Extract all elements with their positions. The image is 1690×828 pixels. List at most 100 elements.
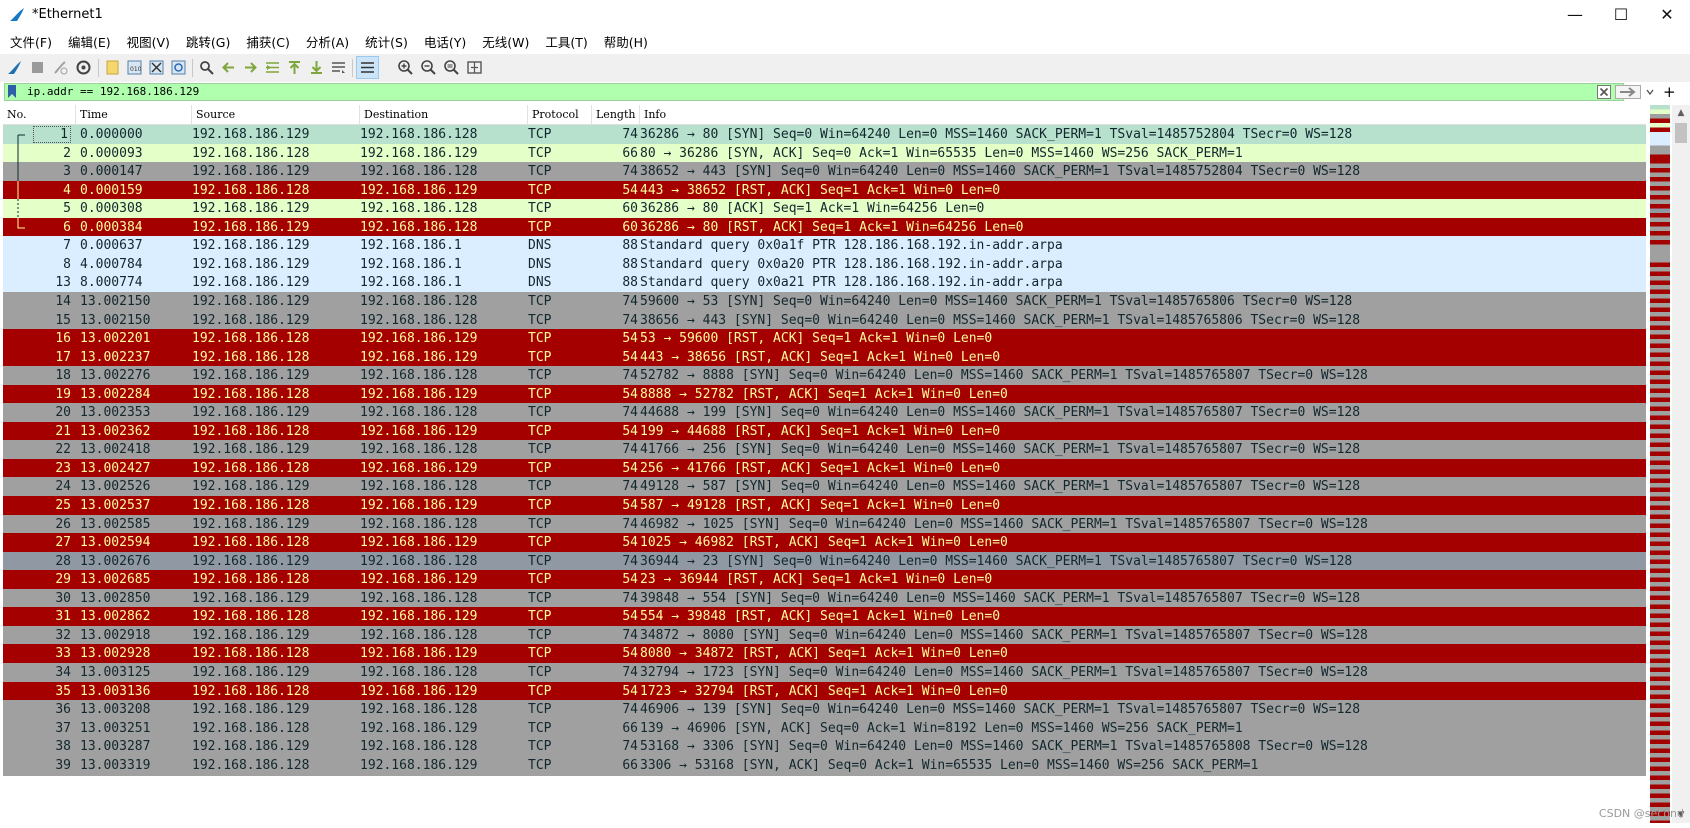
- packet-protocol: TCP: [528, 403, 588, 423]
- packet-row[interactable]: 8 4.000784 192.168.186.129 192.168.186.1 DNS…: [3, 254, 1646, 275]
- column-header-length[interactable]: Length: [592, 105, 640, 124]
- filter-dropdown-icon[interactable]: [1645, 86, 1655, 98]
- packet-row[interactable]: 13 8.000774 192.168.186.129 192.168.186.1 DN…: [3, 273, 1646, 294]
- go-back-icon[interactable]: [220, 59, 237, 76]
- clear-filter-icon[interactable]: [1597, 85, 1611, 99]
- scroll-thumb[interactable]: [1675, 123, 1687, 143]
- display-filter-input[interactable]: ip.addr == 192.168.186.129: [4, 83, 1624, 101]
- packet-info: 46982 → 1025 [SYN] Seq=0 Win=64240 Len=0…: [640, 515, 1640, 535]
- apply-filter-icon[interactable]: [1615, 85, 1641, 99]
- packet-row[interactable]: 38 13.003287 192.168.186.129 192.168.186.12…: [3, 737, 1646, 758]
- add-filter-button-icon[interactable]: +: [1663, 83, 1676, 101]
- menu-file[interactable]: 文件(F): [2, 32, 60, 54]
- zoom-out-icon[interactable]: [420, 59, 437, 76]
- minimap-stripe: [1650, 136, 1670, 141]
- packet-length: 74: [588, 403, 638, 423]
- resize-columns-icon[interactable]: [466, 59, 483, 76]
- related-packet-line: [17, 143, 19, 164]
- capture-options-icon[interactable]: [75, 59, 92, 76]
- start-capture-icon[interactable]: [6, 59, 23, 76]
- zoom-normal-icon[interactable]: [443, 59, 460, 76]
- menu-telephony[interactable]: 电话(Y): [416, 32, 474, 54]
- packet-row[interactable]: 6 0.000384 192.168.186.129 192.168.186.128 T…: [3, 217, 1646, 238]
- close-file-icon[interactable]: [148, 59, 165, 76]
- packet-row[interactable]: 18 13.002276 192.168.186.129 192.168.186.12…: [3, 366, 1646, 387]
- auto-scroll-icon[interactable]: [330, 59, 347, 76]
- go-last-packet-icon[interactable]: [308, 59, 325, 76]
- column-header-source[interactable]: Source: [192, 105, 360, 124]
- packet-length-text: 74: [622, 590, 638, 606]
- packet-row[interactable]: 26 13.002585 192.168.186.129 192.168.186.12…: [3, 514, 1646, 535]
- packet-row[interactable]: 29 13.002685 192.168.186.128 192.168.186.12…: [3, 570, 1646, 591]
- menu-help[interactable]: 帮助(H): [596, 32, 656, 54]
- packet-row[interactable]: 37 13.003251 192.168.186.128 192.168.186.12…: [3, 718, 1646, 739]
- menu-wireless[interactable]: 无线(W): [474, 32, 537, 54]
- menu-view[interactable]: 视图(V): [119, 32, 178, 54]
- packet-row[interactable]: 30 13.002850 192.168.186.129 192.168.186.12…: [3, 588, 1646, 609]
- packet-row[interactable]: 24 13.002526 192.168.186.129 192.168.186.12…: [3, 477, 1646, 498]
- packet-list[interactable]: No. Time Source Destination Protocol Len…: [3, 105, 1646, 823]
- packet-row[interactable]: 31 13.002862 192.168.186.128 192.168.186.12…: [3, 607, 1646, 628]
- packet-row[interactable]: 28 13.002676 192.168.186.129 192.168.186.12…: [3, 551, 1646, 572]
- menu-tools[interactable]: 工具(T): [537, 32, 595, 54]
- go-first-packet-icon[interactable]: [286, 59, 303, 76]
- minimize-button[interactable]: —: [1552, 0, 1598, 32]
- packet-row[interactable]: 19 13.002284 192.168.186.128 192.168.186.12…: [3, 384, 1646, 405]
- packet-row[interactable]: 39 13.003319 192.168.186.128 192.168.186.12…: [3, 755, 1646, 776]
- packet-row[interactable]: 22 13.002418 192.168.186.129 192.168.186.12…: [3, 440, 1646, 461]
- reload-file-icon[interactable]: [170, 59, 187, 76]
- menu-analyze[interactable]: 分析(A): [298, 32, 357, 54]
- packet-row[interactable]: 20 13.002353 192.168.186.129 192.168.186.12…: [3, 403, 1646, 424]
- packet-row[interactable]: 7 0.000637 192.168.186.129 192.168.186.1 DNS…: [3, 236, 1646, 257]
- packet-row[interactable]: 16 13.002201 192.168.186.128 192.168.186.12…: [3, 329, 1646, 350]
- minimap-stripe: [1650, 307, 1670, 312]
- packet-row[interactable]: 35 13.003136 192.168.186.128 192.168.186.12…: [3, 681, 1646, 702]
- packet-row[interactable]: 25 13.002537 192.168.186.128 192.168.186.12…: [3, 496, 1646, 516]
- menu-statistics[interactable]: 统计(S): [357, 32, 416, 54]
- column-header-protocol[interactable]: Protocol: [528, 105, 592, 124]
- packet-row[interactable]: 3 0.000147 192.168.186.129 192.168.186.128 T…: [3, 162, 1646, 183]
- menu-go[interactable]: 跳转(G): [178, 32, 238, 54]
- packet-row[interactable]: 17 13.002237 192.168.186.128 192.168.186.12…: [3, 347, 1646, 368]
- restart-capture-icon[interactable]: [52, 59, 69, 76]
- close-button[interactable]: ✕: [1644, 0, 1690, 32]
- column-header-destination[interactable]: Destination: [360, 105, 528, 124]
- packet-row[interactable]: 14 13.002150 192.168.186.129 192.168.186.12…: [3, 291, 1646, 312]
- bookmark-icon[interactable]: [7, 85, 17, 98]
- save-file-icon[interactable]: 010: [126, 59, 143, 76]
- stop-capture-icon[interactable]: [29, 59, 46, 76]
- packet-row[interactable]: 33 13.002928 192.168.186.128 192.168.186.12…: [3, 644, 1646, 665]
- open-file-icon[interactable]: [104, 59, 121, 76]
- vertical-scrollbar[interactable]: ▲ ▼: [1672, 105, 1690, 823]
- column-header-info[interactable]: Info: [640, 105, 1646, 124]
- packet-length: 54: [588, 533, 638, 553]
- colorize-toggle[interactable]: [356, 56, 379, 79]
- packet-minimap[interactable]: [1648, 105, 1672, 823]
- packet-row[interactable]: 36 13.003208 192.168.186.129 192.168.186.12…: [3, 700, 1646, 721]
- column-header-time[interactable]: Time: [76, 105, 192, 124]
- packet-protocol-text: TCP: [528, 720, 552, 736]
- packet-source-text: 192.168.186.129: [192, 368, 310, 384]
- go-to-packet-icon[interactable]: [264, 59, 281, 76]
- zoom-in-icon[interactable]: [397, 59, 414, 76]
- packet-number-text: 14: [55, 293, 71, 309]
- packet-row[interactable]: 4 0.000159 192.168.186.128 192.168.186.129 T…: [3, 180, 1646, 201]
- packet-row[interactable]: 27 13.002594 192.168.186.128 192.168.186.12…: [3, 533, 1646, 554]
- menu-edit[interactable]: 编辑(E): [60, 32, 119, 54]
- packet-row[interactable]: 15 13.002150 192.168.186.129 192.168.186.12…: [3, 310, 1646, 331]
- packet-row[interactable]: 1 0.000000 192.168.186.129 192.168.186.128 T…: [3, 125, 1646, 145]
- go-forward-icon[interactable]: [242, 59, 259, 76]
- maximize-button[interactable]: ☐: [1598, 0, 1644, 32]
- packet-row[interactable]: 2 0.000093 192.168.186.128 192.168.186.129 T…: [3, 143, 1646, 164]
- packet-row[interactable]: 23 13.002427 192.168.186.128 192.168.186.12…: [3, 458, 1646, 479]
- packet-row[interactable]: 32 13.002918 192.168.186.129 192.168.186.12…: [3, 625, 1646, 646]
- column-header-no[interactable]: No.: [3, 105, 76, 124]
- minimap-stripe: [1650, 429, 1670, 434]
- packet-number: 27: [3, 533, 71, 553]
- menu-capture[interactable]: 捕获(C): [238, 32, 297, 54]
- find-packet-icon[interactable]: [198, 59, 215, 76]
- scroll-up-icon[interactable]: ▲: [1676, 108, 1686, 118]
- packet-row[interactable]: 21 13.002362 192.168.186.128 192.168.186.12…: [3, 421, 1646, 442]
- packet-row[interactable]: 5 0.000308 192.168.186.129 192.168.186.128 T…: [3, 199, 1646, 220]
- packet-row[interactable]: 34 13.003125 192.168.186.129 192.168.186.12…: [3, 662, 1646, 683]
